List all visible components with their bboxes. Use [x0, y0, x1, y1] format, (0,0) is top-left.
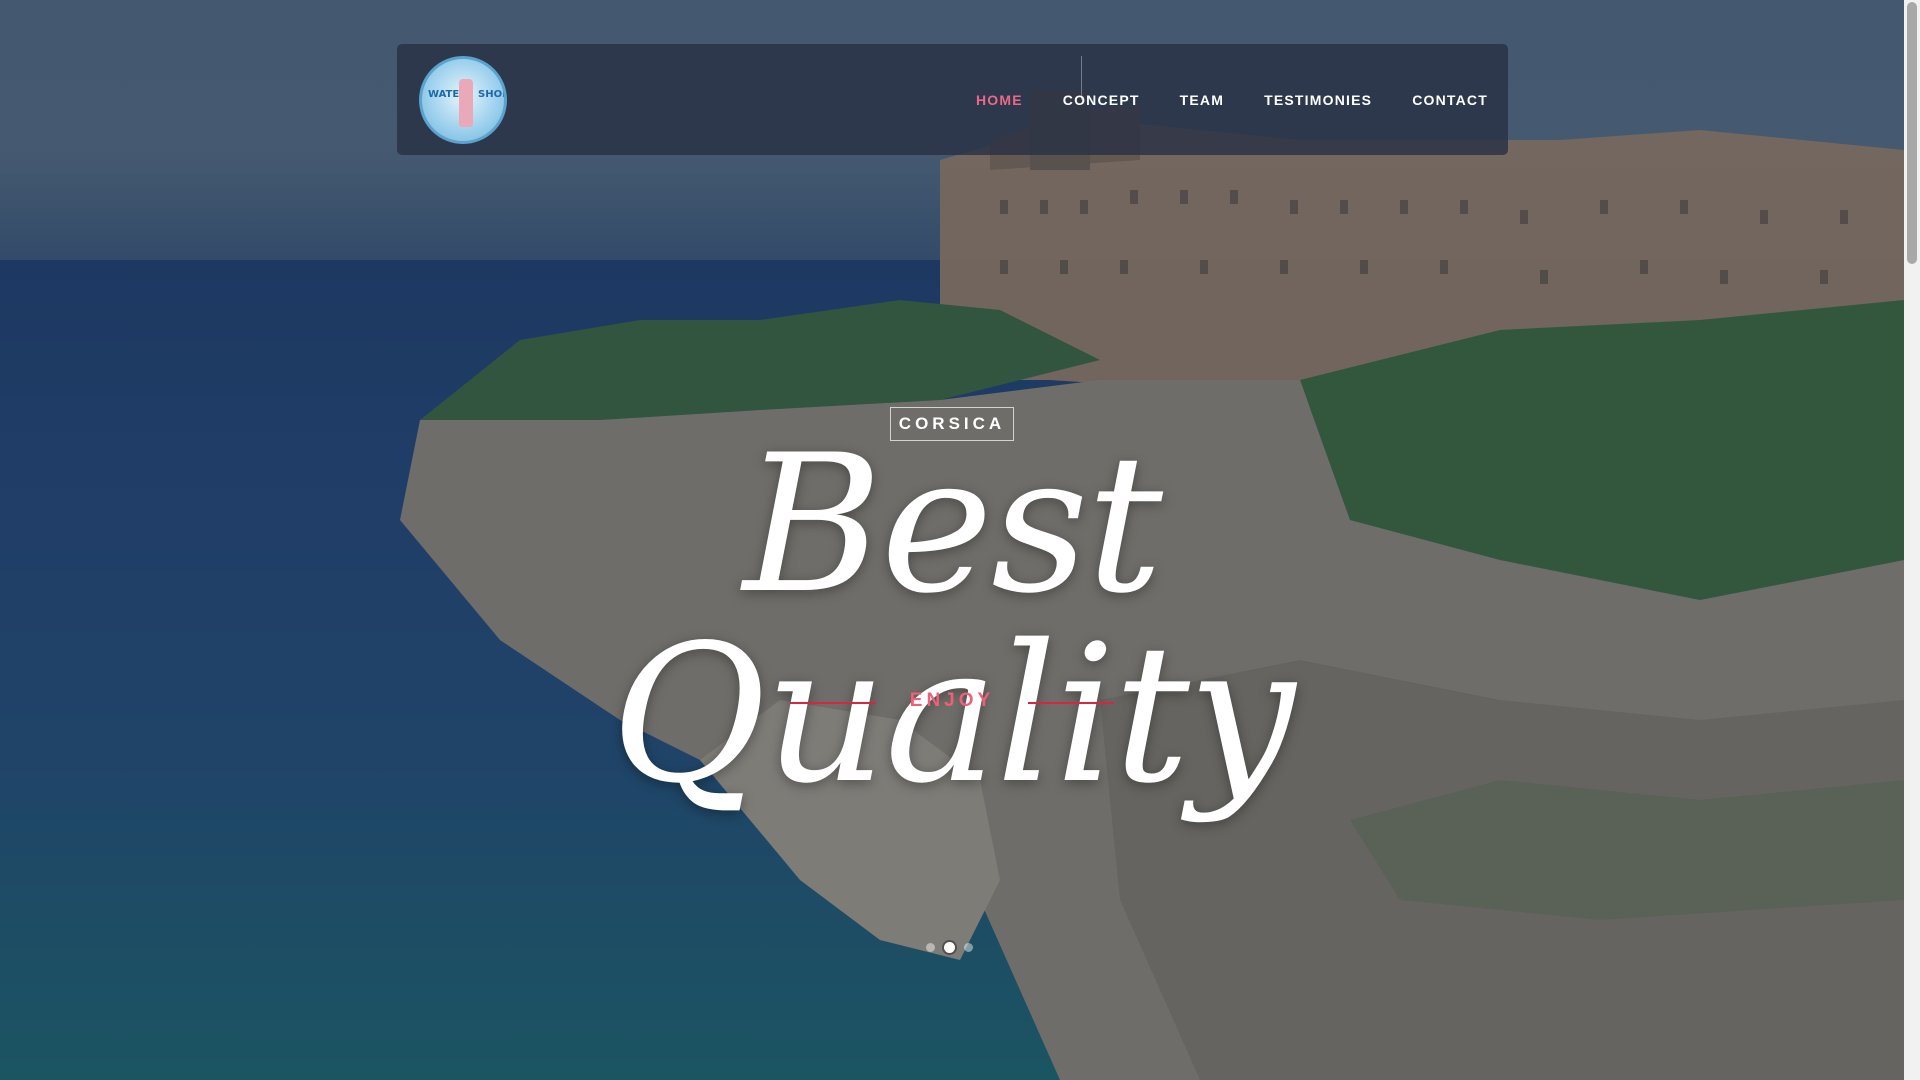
nav-item-home[interactable]: HOME	[976, 92, 1023, 108]
nav-item-testimonies[interactable]: TESTIMONIES	[1264, 92, 1372, 108]
slider-dot-3[interactable]	[964, 943, 973, 952]
slider-dot-2[interactable]	[944, 942, 955, 953]
hero-title: Best Quality	[610, 414, 1296, 825]
brand-logo[interactable]: WATER SHOP	[419, 56, 507, 144]
hero-subtitle: ENJOY	[909, 690, 995, 711]
nav-item-concept[interactable]: CONCEPT	[1063, 92, 1140, 108]
slider-dot-1[interactable]	[926, 943, 935, 952]
hero-subtitle-row: ENJOY	[790, 690, 1114, 714]
logo-text-right: SHOP	[478, 89, 507, 100]
scrollbar-thumb[interactable]	[1907, 2, 1917, 264]
page-scrollbar[interactable]	[1904, 0, 1920, 1080]
navbar: WATER SHOP HOME CONCEPT TEAM TESTIMONIES…	[397, 44, 1508, 155]
subtitle-line-right	[1028, 702, 1114, 704]
slider-pagination	[926, 942, 973, 953]
nav-item-contact[interactable]: CONTACT	[1412, 92, 1488, 108]
nav-item-team[interactable]: TEAM	[1180, 92, 1224, 108]
main-nav: HOME CONCEPT TEAM TESTIMONIES CONTACT	[976, 44, 1488, 155]
logo-bottle-icon	[459, 79, 473, 127]
